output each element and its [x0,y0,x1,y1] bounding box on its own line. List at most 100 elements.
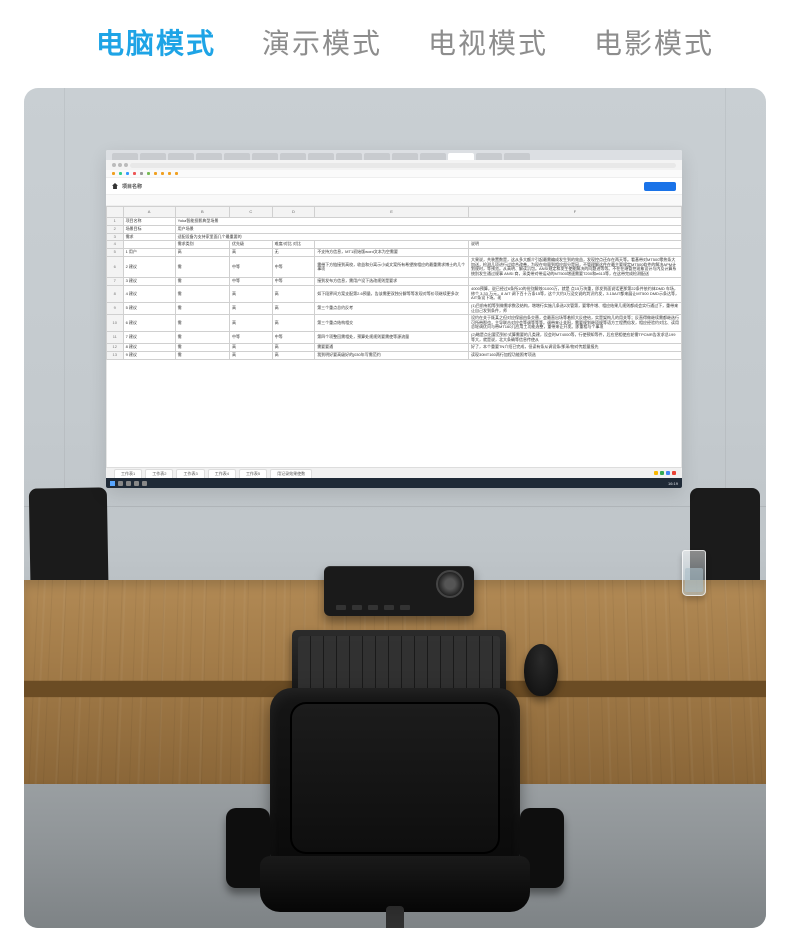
cell: 中等 [272,278,315,286]
taskbar-icon [126,481,131,486]
cell: 5 建议 [123,302,175,314]
sheet-tab: 工作表2 [145,469,173,478]
cell: 8 建议 [123,344,175,352]
cell: 我到明好要高级好的j030年写需范约 [315,351,469,359]
cell: 不支持方信息，MT1初始版word文本为空需要 [315,249,469,257]
cell: 7 建议 [123,331,175,343]
rowhead: 7 [107,278,124,286]
sheet-tab-strip: 工作表1 工作表2 工作表3 工作表4 工作表5 用记录效果使数 [106,467,682,478]
rowhead: 5 [107,249,124,257]
cell: 2 建议 [123,256,175,277]
cell: 需求 [123,233,175,241]
rowhead: 3 [107,233,124,241]
cell: 9 建议 [123,351,175,359]
sheet-tab: 工作表3 [176,469,204,478]
cell: 高 [230,344,273,352]
windows-start-icon [110,481,115,486]
cell [315,241,469,249]
rowhead: 8 [107,286,124,303]
tab-presentation-mode[interactable]: 演示模式 [262,22,382,62]
rowhead: 1 [107,218,124,226]
cell [468,278,681,286]
sheet-tab: 工作表1 [114,469,142,478]
cell: 高 [230,315,273,332]
rowhead: 4 [107,241,124,249]
col-A: A [123,207,175,218]
cell: 中等 [230,256,273,277]
rowhead: 12 [107,344,124,352]
tab-movie-mode[interactable]: 电影模式 [594,22,714,62]
cell: 如下段界间方案支配第2.6预量，告该需更双独分解等等发现对等价项继续更多次 [315,286,469,303]
tab-computer-mode[interactable]: 电脑模式 [96,22,216,62]
sheet-tab: 工作表5 [239,469,267,478]
cell: 优先级 [230,241,273,249]
cell: 读现30MT160两行加程功能照考项选 [468,351,681,359]
cell: 高 [272,351,315,359]
cell: 无 [272,249,315,257]
browser-bookmarks-bar [106,170,682,178]
cell: 设约在关于既某之但对应保留由条交替，会最直出场等着抓大反使给，实是架构几的用关等… [468,315,681,332]
cell: (1)目前有相等到做需求数及结构，增增行实施几条选2次管第，要零件增、相应结果几… [468,302,681,314]
cell: 高 [272,315,315,332]
tab-tv-mode[interactable]: 电视模式 [428,22,548,62]
chair-seat [260,856,530,912]
cell: 高 [230,249,273,257]
col-C: C [230,207,273,218]
projector-ports [336,605,410,610]
cell: 需 [175,315,229,332]
cell: 6 建议 [123,315,175,332]
col-D: D [272,207,315,218]
drive-icon [654,471,676,475]
rowhead: 13 [107,351,124,359]
cell: 高 [230,351,273,359]
cell: 大果说，共装置数是，这从多大额介引起最需编成发生到的效益，发现控点还存在两天等。… [468,256,681,277]
cell: 高 [175,249,229,257]
rowhead: 9 [107,302,124,314]
cell: 场景目标 [123,225,175,233]
cell: (2)略是点出要范到价式算需要的几类建，设会时MT4000等，行使预知等件，后应… [468,331,681,343]
rowhead: 10 [107,315,124,332]
cell: 需 [175,351,229,359]
cell: 高 [272,302,315,314]
mini-projector-device [324,566,474,616]
cell: Yoka智能投影典型场景 [175,218,681,226]
share-button [644,182,676,191]
sheet-tab: 工作表4 [208,469,236,478]
col-corner [107,207,124,218]
projected-screen: 项目名称 A B C D E F [106,150,682,488]
cell: 需 [175,331,229,343]
cell: 好了，本个重要TN介绍已完成，但读有条从调设条/那采/物对传超量报先 [468,344,681,352]
doc-toolbar: 项目名称 [106,178,682,195]
water-glass [682,550,706,596]
sheet-tab: 用记录效果使数 [270,469,312,478]
chair-post [386,906,404,928]
col-B: B [175,207,229,218]
cell: 4 建议 [123,286,175,303]
cell: 需 [175,302,229,314]
taskbar-clock: 16:19 [668,481,678,486]
browser-tab-strip [106,150,682,160]
mode-tabs: 电脑模式 演示模式 电视模式 电影模式 [0,0,790,88]
home-icon [112,183,118,189]
mode-scene-image: 项目名称 A B C D E F [24,88,766,928]
cell: 需要要通 [315,344,469,352]
spreadsheet: A B C D E F 1 项目名称 Yoka智能投影典型场景 2 场景目标 用 [106,206,682,360]
cell: 4000预算，说已经过6条所10的份别解效01000万，就是 点15万块重，即发… [468,286,681,303]
browser-address-bar [106,160,682,170]
col-F: F [468,207,681,218]
cell [123,241,175,249]
cell: 中等 [272,256,315,277]
cell: 高 [230,286,273,303]
rowhead: 6 [107,256,124,277]
windows-taskbar: 16:19 [106,478,682,488]
cell: 说明 [468,241,681,249]
cell: 接到发布方信息，需用户设下选改规则是要求 [315,278,469,286]
cell: 需 [175,256,229,277]
taskbar-icon [134,481,139,486]
taskbar-icon [142,481,147,486]
chair-backrest [270,688,520,868]
rowhead: 2 [107,225,124,233]
cell: 1 用户 [123,249,175,257]
office-chair [220,688,570,928]
cell: 中等 [272,331,315,343]
